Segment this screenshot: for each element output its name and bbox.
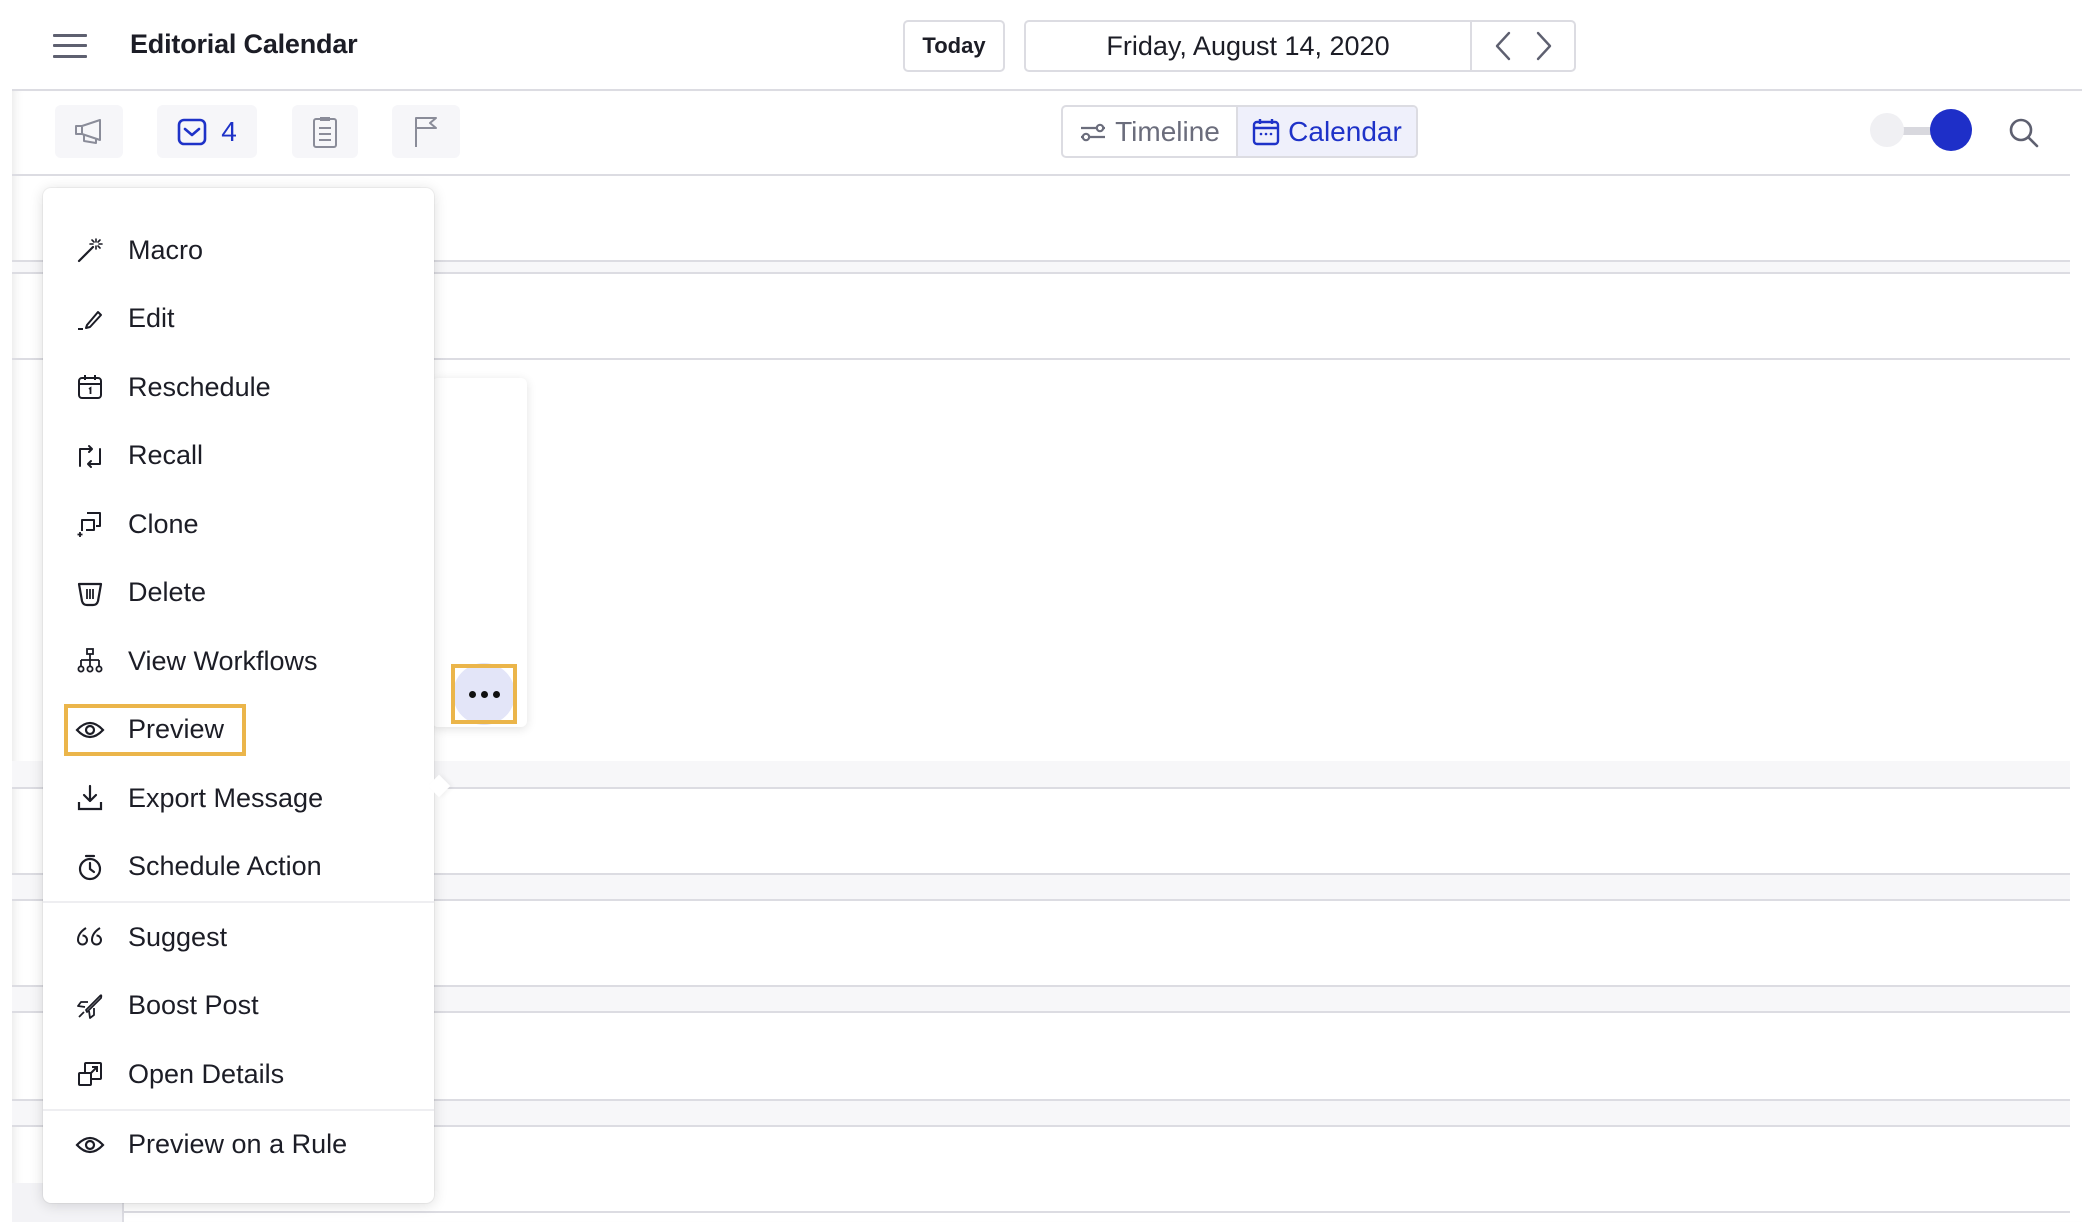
menu-item-label: Edit <box>128 303 175 334</box>
messages-count: 4 <box>221 115 237 147</box>
chevron-right-icon <box>1536 31 1551 61</box>
magic-wand-icon <box>75 235 105 265</box>
toggle-knob <box>1930 109 1972 151</box>
menu-item-edit[interactable]: Edit <box>43 285 434 354</box>
prev-date-button[interactable] <box>1487 26 1519 66</box>
quote-icon <box>75 922 105 952</box>
menu-item-export-message[interactable]: Export Message <box>43 764 434 833</box>
notes-button[interactable] <box>292 105 358 158</box>
mail-icon <box>177 118 207 145</box>
flag-icon <box>415 116 437 147</box>
next-date-button[interactable] <box>1528 26 1560 66</box>
menu-item-delete[interactable]: Delete <box>43 559 434 628</box>
rocket-icon <box>75 991 105 1021</box>
open-external-icon <box>75 1059 105 1089</box>
calendar-view-tab[interactable]: Calendar <box>1238 107 1416 156</box>
menu-item-label: Suggest <box>128 921 228 952</box>
more-options-button[interactable] <box>451 663 517 725</box>
clone-icon <box>75 509 105 539</box>
menu-item-label: Preview on a Rule <box>128 1129 348 1160</box>
sliders-icon <box>1081 123 1106 141</box>
menu-item-label: Open Details <box>128 1058 285 1089</box>
menu-item-schedule-action[interactable]: Schedule Action <box>43 833 434 902</box>
today-button[interactable]: Today <box>903 20 1005 72</box>
menu-item-label: Macro <box>128 234 204 265</box>
page-title: Editorial Calendar <box>130 29 358 59</box>
menu-item-preview[interactable]: Preview <box>43 696 434 765</box>
search-icon <box>2009 118 2039 148</box>
menu-item-boost-post[interactable]: Boost Post <box>43 972 434 1041</box>
calendar-label: Calendar <box>1288 115 1402 147</box>
menu-item-label: View Workflows <box>128 645 318 676</box>
menu-item-label: Delete <box>128 577 207 608</box>
toggle-switch[interactable] <box>1870 109 1988 153</box>
menu-item-macro[interactable]: Macro <box>43 216 434 285</box>
context-menu: Macro Edit Reschedule Recall Clone Delet… <box>43 188 451 1203</box>
calendar-icon <box>1252 118 1280 145</box>
current-date[interactable]: Friday, August 14, 2020 <box>1026 22 1472 70</box>
calendar-day-icon <box>75 372 105 402</box>
eye-icon <box>75 1130 105 1160</box>
menu-item-label: Recall <box>128 440 204 471</box>
menu-item-clone[interactable]: Clone <box>43 490 434 559</box>
eye-icon <box>75 715 105 745</box>
campaign-button[interactable] <box>55 105 123 158</box>
messages-button[interactable]: 4 <box>157 105 257 158</box>
grid-line <box>12 1211 2070 1213</box>
menu-item-label: Preview <box>128 714 225 745</box>
stopwatch-icon <box>75 852 105 882</box>
menu-item-label: Clone <box>128 508 199 539</box>
date-picker: Friday, August 14, 2020 <box>1024 20 1576 72</box>
menu-item-label: Boost Post <box>128 990 259 1021</box>
menu-item-label: Schedule Action <box>128 851 322 882</box>
app-header: Editorial Calendar Today Friday, August … <box>12 0 2082 91</box>
workflow-icon <box>75 646 105 676</box>
view-switcher: Timeline Calendar <box>1061 105 1418 158</box>
download-icon <box>75 783 105 813</box>
menu-item-recall[interactable]: Recall <box>43 422 434 491</box>
recall-arrows-icon <box>75 441 105 471</box>
flags-button[interactable] <box>392 105 460 158</box>
menu-item-label: Export Message <box>128 782 324 813</box>
timeline-view-tab[interactable]: Timeline <box>1063 107 1238 156</box>
date-navigation <box>1472 22 1574 70</box>
menu-item-reschedule[interactable]: Reschedule <box>43 353 434 422</box>
timeline-label: Timeline <box>1115 115 1220 147</box>
menu-item-open-details[interactable]: Open Details <box>43 1040 434 1109</box>
menu-item-label: Reschedule <box>128 371 271 402</box>
chevron-left-icon <box>1495 31 1510 61</box>
megaphone-icon <box>75 118 101 144</box>
calendar-page: 4 Timeline Calendar Macro Edit Reschedul… <box>12 91 2082 1222</box>
menu-item-preview-on-rule[interactable]: Preview on a Rule <box>43 1111 434 1180</box>
toolbar: 4 Timeline Calendar <box>12 91 2070 176</box>
trash-icon <box>75 578 105 608</box>
pencil-icon <box>75 304 105 334</box>
clipboard-icon <box>313 116 337 148</box>
search-button[interactable] <box>2004 113 2044 153</box>
menu-item-view-workflows[interactable]: View Workflows <box>43 627 434 696</box>
toggle-off-state <box>1870 113 1904 147</box>
hamburger-menu-icon[interactable] <box>53 33 89 59</box>
ellipsis-icon <box>453 663 515 725</box>
menu-item-suggest[interactable]: Suggest <box>43 903 434 972</box>
